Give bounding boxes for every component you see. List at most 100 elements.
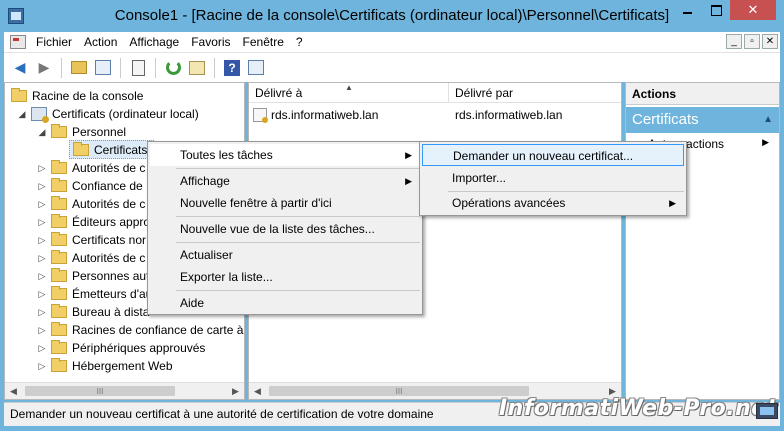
maximize-button[interactable] bbox=[702, 0, 730, 20]
ctx-export-list[interactable]: Exporter la liste... bbox=[150, 266, 420, 288]
toolbar-separator bbox=[155, 57, 156, 78]
submenu-advanced-operations[interactable]: Opérations avancées ▶ bbox=[422, 192, 684, 214]
menu-help[interactable]: ? bbox=[290, 32, 309, 52]
expand-icon[interactable]: ▷ bbox=[37, 343, 47, 354]
submenu-import[interactable]: Importer... bbox=[422, 167, 684, 189]
tree-item-store[interactable]: ▷ Bureau à dista bbox=[37, 303, 149, 321]
action-pane-icon[interactable] bbox=[246, 58, 266, 78]
menu-separator bbox=[176, 290, 420, 291]
expand-icon[interactable]: ▷ bbox=[37, 325, 47, 336]
submenu-request-new-certificate[interactable]: Demander un nouveau certificat... bbox=[422, 144, 684, 166]
column-header-issued-by[interactable]: Délivré par bbox=[449, 83, 621, 103]
expand-icon[interactable]: ▷ bbox=[37, 271, 47, 282]
folder-icon bbox=[73, 141, 89, 156]
folder-icon bbox=[51, 160, 67, 174]
scroll-thumb[interactable]: III bbox=[25, 386, 175, 396]
menu-separator bbox=[176, 242, 420, 243]
expand-icon[interactable]: ▷ bbox=[37, 361, 47, 372]
folder-icon bbox=[51, 340, 67, 354]
tree-item-console-root[interactable]: Racine de la console bbox=[11, 87, 143, 105]
watermark-logo: InformatiWeb-Pro.net bbox=[499, 396, 778, 421]
tree-item-store[interactable]: ▷ Autorités de c bbox=[37, 195, 145, 213]
doc-restore-button[interactable]: ▫ bbox=[744, 34, 760, 49]
toolbar-separator bbox=[61, 57, 62, 78]
collapse-icon[interactable]: ◢ bbox=[37, 127, 47, 138]
column-header-issued-to[interactable]: Délivré à ▲ bbox=[249, 83, 449, 103]
tree-item-store[interactable]: ▷ Éditeurs appro bbox=[37, 213, 150, 231]
tree-item-store[interactable]: ▷ Racines de confiance de carte à p bbox=[37, 321, 244, 339]
menu-separator bbox=[176, 216, 420, 217]
mmc-window: Console1 - [Racine de la console\Certifi… bbox=[0, 0, 784, 431]
collapse-section-icon[interactable]: ▲ bbox=[763, 107, 773, 133]
menu-fichier[interactable]: Fichier bbox=[30, 32, 78, 52]
ctx-refresh[interactable]: Actualiser bbox=[150, 244, 420, 266]
minimize-button[interactable] bbox=[672, 0, 702, 20]
help-icon[interactable]: ? bbox=[222, 58, 242, 78]
expand-icon[interactable]: ▷ bbox=[37, 181, 47, 192]
folder-icon bbox=[51, 250, 67, 264]
tree-horizontal-scrollbar[interactable]: ◀ III ▶ bbox=[5, 382, 244, 399]
menu-fenetre[interactable]: Fenêtre bbox=[237, 32, 290, 52]
refresh-icon[interactable] bbox=[163, 58, 183, 78]
certificate-icon bbox=[253, 108, 268, 123]
tree-item-store[interactable]: ▷ Certificats nor bbox=[37, 231, 146, 249]
collapse-icon[interactable]: ◢ bbox=[17, 109, 27, 120]
title-bar[interactable]: Console1 - [Racine de la console\Certifi… bbox=[0, 0, 784, 32]
ctx-all-tasks[interactable]: Toutes les tâches ▶ bbox=[150, 144, 420, 166]
document-window-icon[interactable] bbox=[10, 35, 26, 49]
tree-item-personnel[interactable]: ◢ Personnel bbox=[37, 123, 126, 141]
menu-affichage[interactable]: Affichage bbox=[123, 32, 185, 52]
tree-item-store[interactable]: ▷ Périphériques approuvés bbox=[37, 339, 205, 357]
folder-icon bbox=[51, 196, 67, 210]
submenu-arrow-icon: ▶ bbox=[405, 150, 412, 160]
folder-icon bbox=[51, 232, 67, 246]
expand-icon[interactable]: ▷ bbox=[37, 163, 47, 174]
menu-favoris[interactable]: Favoris bbox=[185, 32, 236, 52]
doc-minimize-button[interactable]: _ bbox=[726, 34, 742, 49]
scroll-right-icon[interactable]: ▶ bbox=[227, 383, 244, 399]
tree-item-store[interactable]: ▷ Autorités de c bbox=[37, 249, 145, 267]
tree-item-store[interactable]: ▷ Hébergement Web bbox=[37, 357, 173, 375]
close-button[interactable]: ✕ bbox=[730, 0, 776, 20]
scroll-left-icon[interactable]: ◀ bbox=[5, 383, 22, 399]
ctx-new-window[interactable]: Nouvelle fenêtre à partir d'ici bbox=[150, 192, 420, 214]
up-folder-icon[interactable] bbox=[69, 58, 89, 78]
clipboard-icon[interactable] bbox=[128, 58, 148, 78]
tree-item-store[interactable]: ▷ Confiance de bbox=[37, 177, 143, 195]
ctx-help[interactable]: Aide bbox=[150, 292, 420, 314]
submenu-arrow-icon: ▶ bbox=[762, 137, 769, 147]
list-item-certificate[interactable]: rds.informatiweb.lan bbox=[253, 106, 378, 124]
folder-icon bbox=[51, 322, 67, 336]
expand-icon[interactable]: ▷ bbox=[37, 307, 47, 318]
scroll-thumb[interactable]: III bbox=[269, 386, 529, 396]
certificate-store-icon bbox=[31, 107, 49, 123]
forward-arrow-icon[interactable]: ▶ bbox=[34, 58, 54, 78]
sort-ascending-icon: ▲ bbox=[345, 83, 353, 92]
expand-icon[interactable]: ▷ bbox=[37, 289, 47, 300]
tree-item-store[interactable]: ▷ Personnes aut bbox=[37, 267, 149, 285]
tree-item-store[interactable]: ▷ Émetteurs d'au bbox=[37, 285, 152, 303]
actions-section-certificats[interactable]: Certificats ▲ bbox=[626, 107, 779, 133]
show-tree-icon[interactable] bbox=[93, 58, 113, 78]
monitor-icon bbox=[756, 403, 778, 419]
folder-icon bbox=[51, 304, 67, 318]
expand-icon[interactable]: ▷ bbox=[37, 253, 47, 264]
tree-item-certificates-local[interactable]: ◢ Certificats (ordinateur local) bbox=[17, 105, 199, 123]
back-arrow-icon[interactable]: ◀ bbox=[10, 58, 30, 78]
ctx-new-taskpad-view[interactable]: Nouvelle vue de la liste des tâches... bbox=[150, 218, 420, 240]
menu-bar: Fichier Action Affichage Favoris Fenêtre… bbox=[4, 32, 780, 52]
export-list-icon[interactable] bbox=[187, 58, 207, 78]
ctx-view[interactable]: Affichage ▶ bbox=[150, 170, 420, 192]
menu-action[interactable]: Action bbox=[78, 32, 123, 52]
window-title: Console1 - [Racine de la console\Certifi… bbox=[114, 7, 670, 24]
folder-icon bbox=[51, 286, 67, 300]
submenu-arrow-icon: ▶ bbox=[669, 198, 676, 208]
doc-close-button[interactable]: ✕ bbox=[762, 34, 778, 49]
scroll-left-icon[interactable]: ◀ bbox=[249, 383, 266, 399]
expand-icon[interactable]: ▷ bbox=[37, 235, 47, 246]
expand-icon[interactable]: ▷ bbox=[37, 217, 47, 228]
list-cell-issued-by: rds.informatiweb.lan bbox=[455, 108, 563, 122]
expand-icon[interactable]: ▷ bbox=[37, 199, 47, 210]
tree-item-store[interactable]: ▷ Autorités de c bbox=[37, 159, 145, 177]
tree-item-certificats-selected[interactable]: Certificats bbox=[69, 140, 155, 159]
